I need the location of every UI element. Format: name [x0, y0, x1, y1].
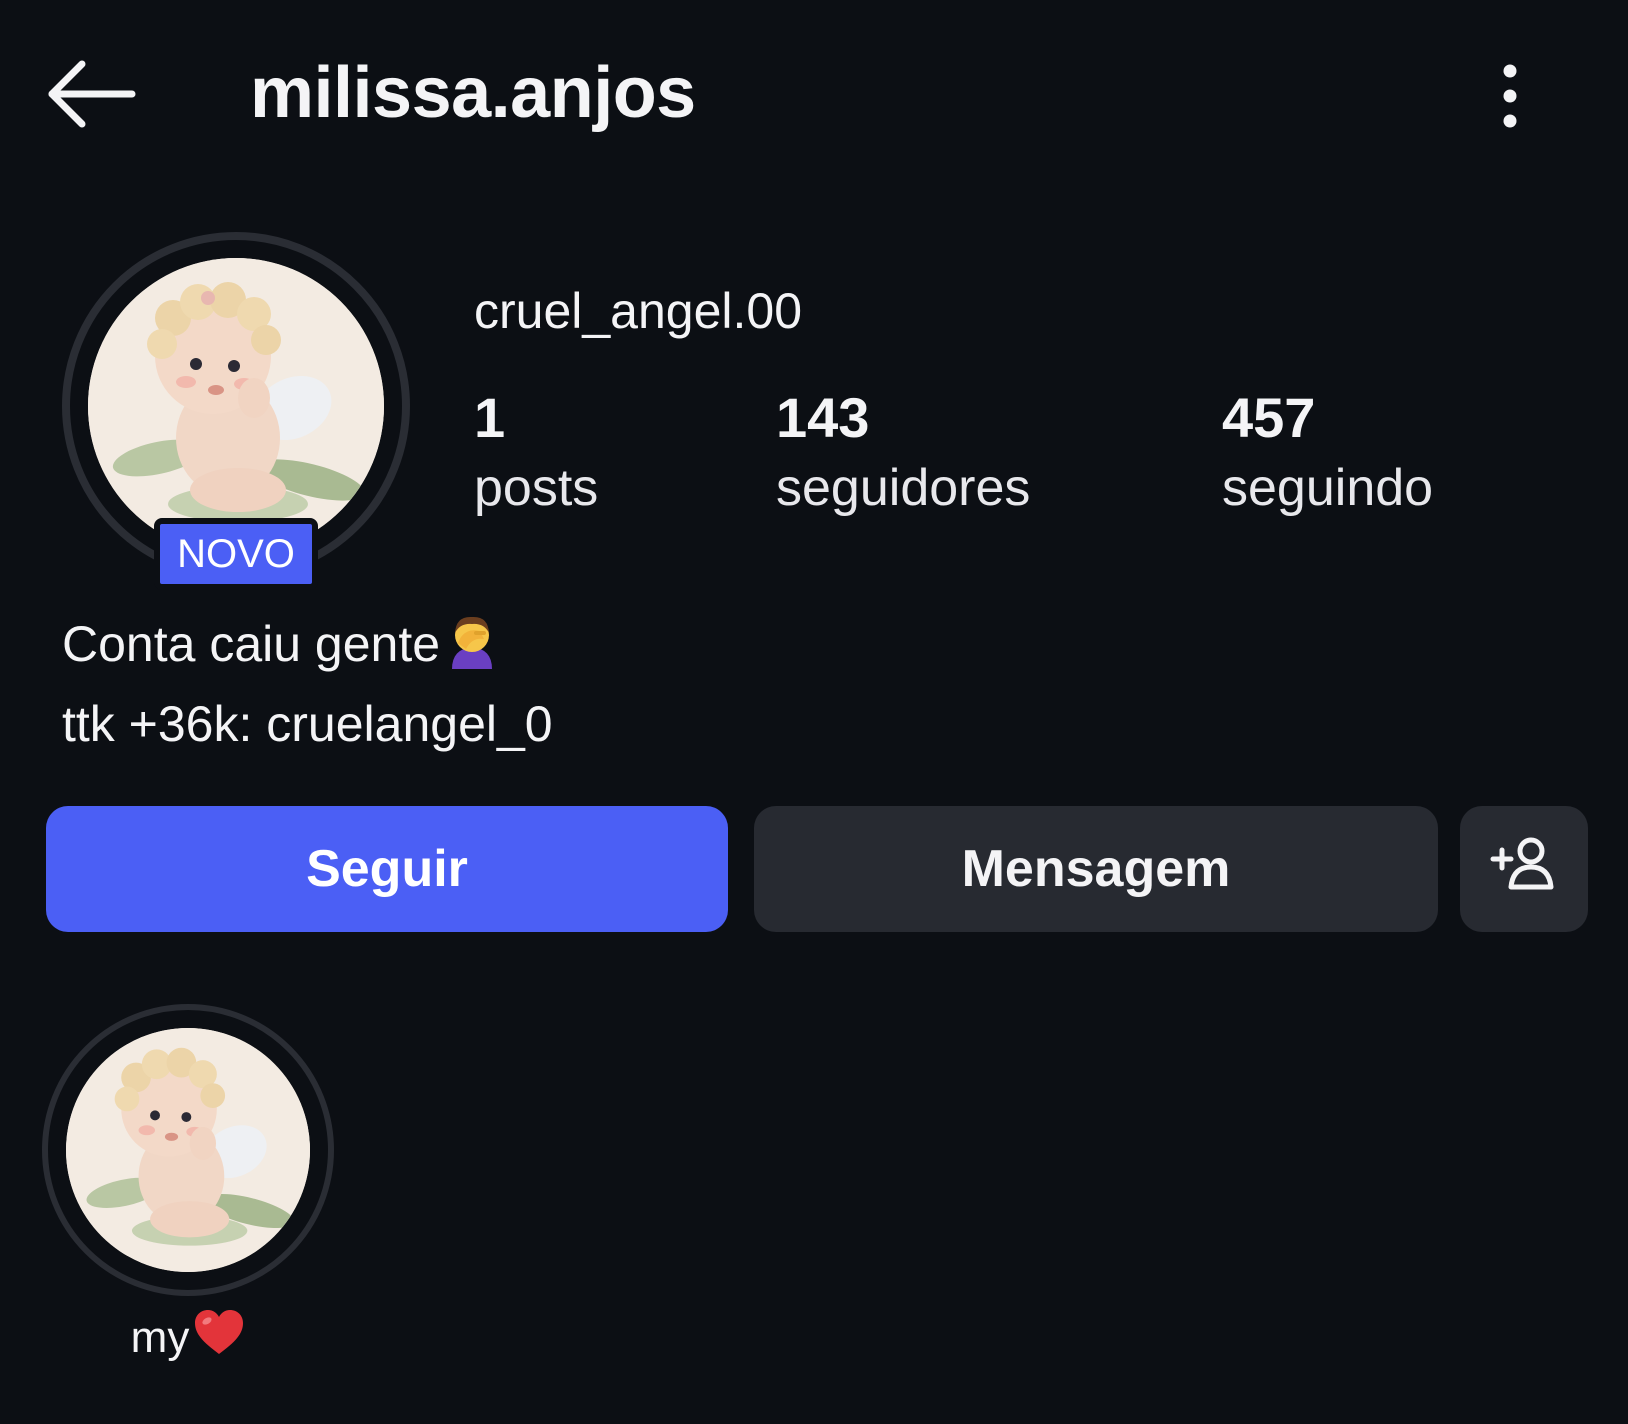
bio-line-2: ttk +36k: cruelangel_0 — [62, 696, 553, 752]
page-title: milissa.anjos — [250, 53, 696, 133]
more-options-button[interactable] — [1480, 58, 1540, 138]
add-user-icon — [1489, 835, 1559, 904]
stat-following-value: 457 — [1222, 386, 1316, 449]
stat-followers-label: seguidores — [776, 459, 1031, 517]
face-palm-emoji — [444, 613, 500, 688]
stat-posts-value: 1 — [474, 386, 506, 449]
stat-following-label: seguindo — [1222, 459, 1434, 517]
add-user-button[interactable] — [1460, 806, 1588, 932]
stat-following[interactable]: 457 seguindo — [1222, 388, 1433, 528]
highlight-ring — [42, 1004, 334, 1296]
red-heart-emoji — [193, 1308, 245, 1367]
stat-followers[interactable]: 143 seguidores — [776, 388, 1030, 528]
new-badge: NOVO — [154, 518, 318, 590]
story-highlight[interactable]: my — [40, 1004, 336, 1367]
message-button-label: Mensagem — [961, 840, 1231, 898]
profile-avatar — [88, 258, 384, 554]
arrow-left-icon — [46, 59, 138, 134]
top-bar: milissa.anjos — [0, 0, 1628, 200]
highlight-label: my — [40, 1308, 336, 1367]
cherub-highlight-image — [66, 1028, 310, 1272]
stat-followers-value: 143 — [776, 386, 870, 449]
stat-posts-label: posts — [474, 459, 599, 517]
bio-line-1: Conta caiu gente — [62, 608, 553, 688]
profile-bio: Conta caiu gente ttk +36k: cruelangel_0 — [62, 608, 553, 760]
more-vertical-icon — [1500, 63, 1520, 134]
follow-button-label: Seguir — [306, 840, 468, 898]
highlight-label-text: my — [130, 1312, 190, 1362]
back-button[interactable] — [44, 60, 140, 132]
follow-button[interactable]: Seguir — [46, 806, 728, 932]
stat-posts[interactable]: 1 posts — [474, 388, 598, 528]
cherub-avatar-image — [88, 258, 384, 554]
message-button[interactable]: Mensagem — [754, 806, 1438, 932]
bio-line-1-text: Conta caiu gente — [62, 616, 441, 672]
highlight-cover — [66, 1028, 310, 1272]
profile-username: cruel_angel.00 — [474, 283, 803, 339]
